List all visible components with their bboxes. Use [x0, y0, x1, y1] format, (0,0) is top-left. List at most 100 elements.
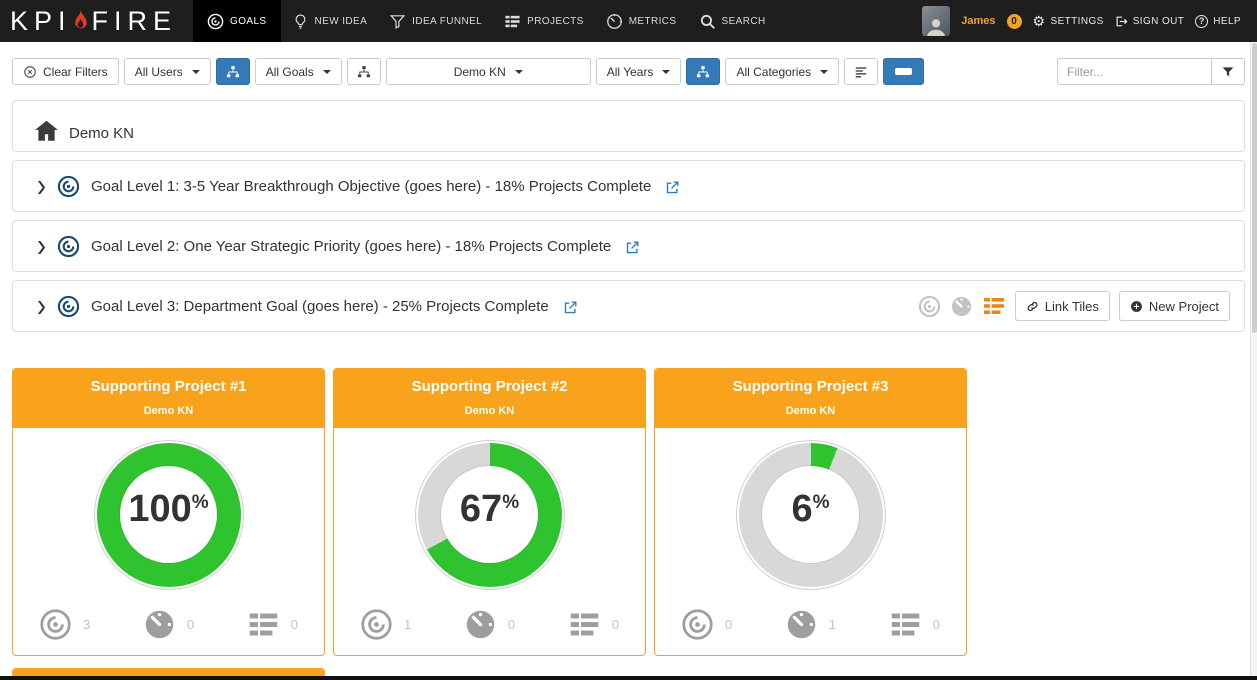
goal-row-level-2[interactable]: › Goal Level 2: One Year Strategic Prior…	[12, 220, 1245, 272]
list-view-button[interactable]	[844, 58, 879, 85]
metrics-toggle-icon[interactable]	[950, 295, 973, 318]
nav-item-idea-funnel[interactable]: IDEA FUNNEL	[378, 0, 493, 42]
external-link-icon[interactable]	[563, 300, 578, 315]
project-tile-header[interactable]: Supporting Project #3 Demo KN	[655, 369, 966, 428]
vertical-scrollbar[interactable]	[1250, 42, 1257, 680]
sign-out-link[interactable]: SIGN OUT	[1115, 15, 1185, 28]
nav-item-goals[interactable]: GOALS	[193, 0, 281, 42]
project-tile-body: 6 % 0 1 0	[655, 428, 966, 655]
link-icon	[1027, 301, 1038, 311]
filter-input-group	[1057, 58, 1245, 85]
user-avatar[interactable]	[922, 6, 951, 36]
goal-target-icon	[40, 608, 71, 640]
project-title[interactable]: Supporting Project #1	[21, 378, 316, 396]
task-count: 0	[932, 616, 940, 632]
scrollbar-thumb[interactable]	[1251, 43, 1257, 333]
project-subtitle: Demo KN	[785, 404, 836, 417]
settings-link[interactable]: ⚙ SETTINGS	[1033, 14, 1104, 28]
categories-hierarchy-button[interactable]	[686, 58, 721, 85]
gear-icon: ⚙	[1032, 13, 1046, 29]
caret-down-icon	[322, 69, 331, 74]
donut-center: 6 %	[762, 466, 859, 563]
users-dropdown[interactable]: All Users	[123, 58, 211, 85]
metric-count: 0	[507, 616, 516, 632]
project-title[interactable]: Supporting Project #3	[663, 378, 958, 396]
years-dropdown[interactable]: All Years	[595, 58, 682, 85]
project-tile-header[interactable]: Supporting Project #2 Demo KN	[334, 369, 645, 428]
project-tile-header[interactable]: Supporting Project #1 Demo KN	[13, 369, 324, 428]
goal-row-level-3[interactable]: › Goal Level 3: Department Goal (goes he…	[12, 280, 1245, 332]
gauge-icon	[606, 13, 622, 29]
user-name[interactable]: James	[961, 15, 995, 27]
user-badge: 0	[1006, 13, 1022, 29]
primary-nav: GOALS NEW IDEA IDEA FUNNEL PROJECTS METR…	[193, 0, 777, 42]
progress-donut: 6 %	[735, 439, 886, 590]
align-justify-icon	[855, 66, 867, 77]
new-project-button[interactable]: New Project	[1118, 291, 1230, 321]
categories-dropdown-label: All Categories	[736, 64, 812, 79]
task-count-stat: 0	[247, 608, 298, 641]
percent-sign: %	[502, 492, 520, 513]
users-hierarchy-button[interactable]	[215, 58, 250, 85]
settings-label: SETTINGS	[1050, 15, 1104, 27]
person-silhouette-icon	[927, 19, 946, 36]
project-tile-3: Supporting Project #3 Demo KN 6 % 0 1 0	[654, 368, 967, 656]
projects-bars-icon	[505, 15, 520, 27]
filter-toolbar: Clear Filters All Users All Goals Demo K…	[0, 42, 1257, 100]
project-tiles-grid: Supporting Project #1 Demo KN 100 % 3 0 …	[0, 340, 1257, 680]
brand-logo[interactable]: KPI FIRE	[0, 0, 193, 42]
tile-view-button[interactable]	[883, 58, 925, 85]
nav-label: NEW IDEA	[314, 15, 368, 27]
filter-input[interactable]	[1057, 58, 1212, 85]
projects-toggle-icon[interactable]	[982, 294, 1006, 318]
task-count-stat: 0	[568, 608, 619, 641]
project-stats: 1 0 0	[334, 590, 645, 655]
goal-row-level-1[interactable]: › Goal Level 1: 3-5 Year Breakthrough Ob…	[12, 160, 1245, 212]
goals-dropdown[interactable]: All Goals	[254, 58, 342, 85]
goal-count-stat: 0	[681, 608, 732, 641]
percent-value: 67	[459, 488, 503, 530]
clear-filters-button[interactable]: Clear Filters	[12, 58, 119, 85]
gauge-icon	[145, 610, 174, 638]
goals-hierarchy-button[interactable]	[346, 58, 381, 85]
sitemap-icon	[226, 65, 239, 77]
kn-dropdown[interactable]: Demo KN	[385, 58, 591, 85]
progress-donut: 67 %	[414, 439, 565, 590]
link-tiles-button[interactable]: Link Tiles	[1014, 291, 1110, 321]
progress-donut: 100 %	[93, 439, 244, 590]
nav-item-new-idea[interactable]: NEW IDEA	[281, 0, 379, 42]
nav-label: PROJECTS	[527, 15, 584, 27]
help-link[interactable]: ? HELP	[1195, 14, 1241, 28]
project-title[interactable]: Supporting Project #2	[342, 378, 637, 396]
goal-label: Goal Level 1: 3-5 Year Breakthrough Obje…	[91, 177, 652, 195]
flame-icon	[74, 9, 87, 29]
navbar-right: James 0 ⚙ SETTINGS SIGN OUT ? HELP	[922, 0, 1257, 42]
categories-dropdown[interactable]: All Categories	[725, 58, 840, 85]
filter-funnel-icon	[1222, 66, 1234, 76]
nav-label: IDEA FUNNEL	[412, 15, 483, 27]
clear-filters-label: Clear Filters	[43, 64, 108, 79]
search-icon	[700, 14, 715, 29]
nav-item-search[interactable]: SEARCH	[688, 0, 777, 42]
nav-item-metrics[interactable]: METRICS	[595, 0, 688, 42]
external-link-icon[interactable]	[665, 180, 680, 195]
goal-target-icon	[57, 295, 80, 317]
goal-count: 0	[725, 616, 733, 632]
tile-dash-icon	[895, 68, 913, 75]
goal-count-stat: 1	[360, 608, 411, 641]
project-stats: 0 1 0	[655, 590, 966, 655]
nav-label: GOALS	[230, 15, 267, 27]
metric-count: 0	[186, 616, 195, 632]
sitemap-icon	[357, 65, 370, 77]
filter-apply-button[interactable]	[1212, 58, 1245, 85]
task-count: 0	[290, 616, 298, 632]
kn-breadcrumb-card: Demo KN	[12, 100, 1245, 152]
external-link-icon[interactable]	[625, 240, 640, 255]
users-dropdown-label: All Users	[134, 64, 183, 79]
nav-item-projects[interactable]: PROJECTS	[493, 0, 595, 42]
plus-circle-icon	[1131, 300, 1142, 312]
caret-down-icon	[820, 69, 829, 74]
goals-toggle-icon[interactable]	[918, 295, 941, 318]
metric-count-stat: 0	[143, 608, 194, 641]
percent-value: 100	[128, 488, 192, 530]
